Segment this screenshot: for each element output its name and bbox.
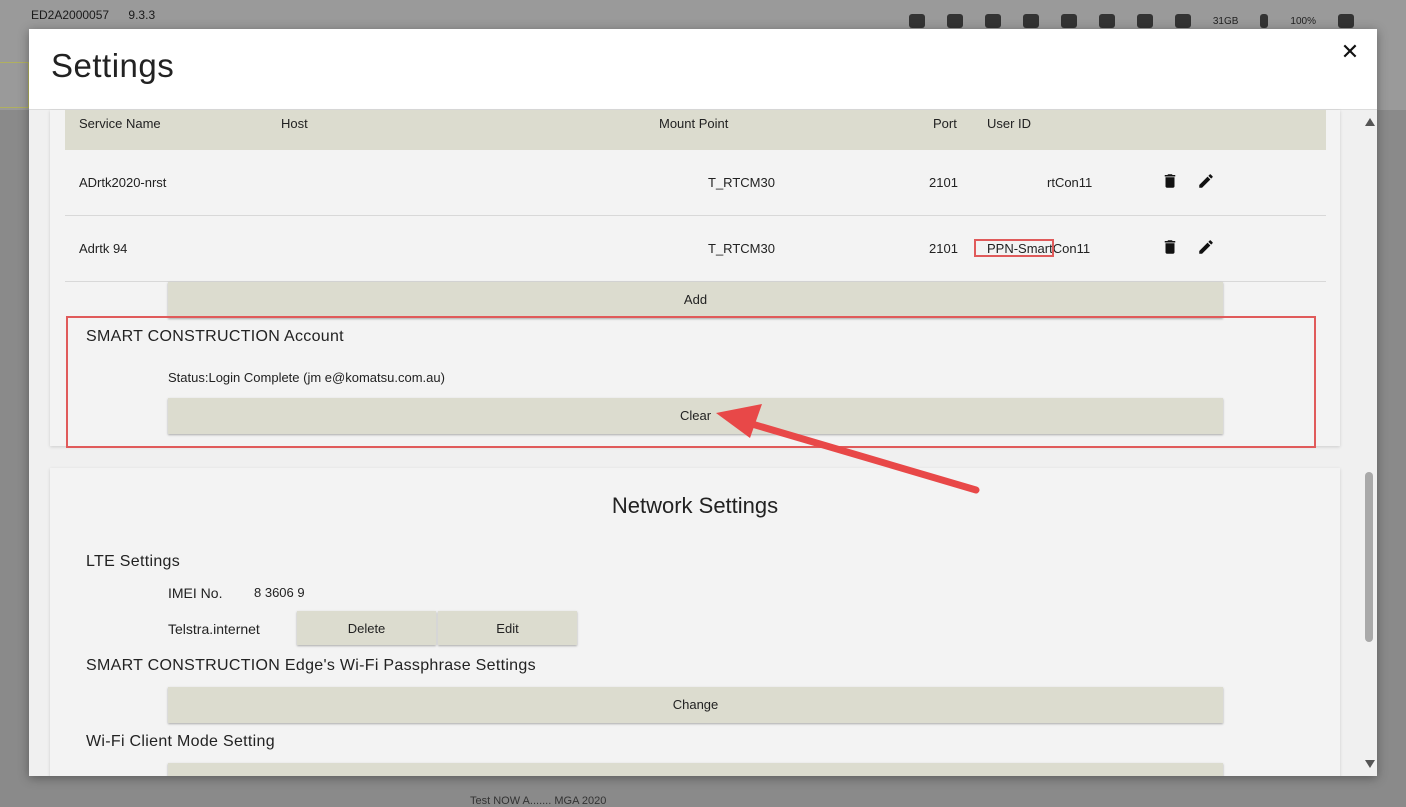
header-mount-point: Mount Point: [659, 116, 729, 131]
table-row: ADrtk2020-nrst T_RTCM30 2101 rtCon11: [65, 150, 1326, 216]
edit-button[interactable]: Edit: [438, 611, 577, 645]
header-user-id: User ID: [987, 116, 1032, 131]
network-settings-card: Network Settings LTE Settings IMEI No. 8…: [50, 468, 1340, 776]
delete-button[interactable]: Delete: [297, 611, 436, 645]
device-id: ED2A2000057: [31, 8, 110, 22]
dialog-title: Settings: [51, 47, 175, 84]
mount-point: T_RTCM30: [708, 241, 775, 256]
background-panel-edge: [0, 62, 29, 108]
trash-icon[interactable]: [1161, 172, 1179, 190]
gnss-icon: [908, 14, 925, 28]
mount-point: T_RTCM30: [708, 175, 775, 190]
table-header: Service Name Host Mount Point Port User …: [65, 110, 1326, 150]
table-row: Adrtk 94 T_RTCM30 2101 PPN-SmartCon11: [65, 216, 1326, 282]
storage-text: 31GB: [1212, 15, 1239, 27]
user-id-highlight-box: [974, 239, 1054, 257]
folder-icon: [1174, 14, 1191, 28]
antenna-icon: [1136, 14, 1153, 28]
gear-icon: [1338, 14, 1354, 28]
sd-card-icon: [984, 14, 1001, 28]
service-name: Adrtk 94: [79, 241, 128, 256]
wifi-passphrase-title: SMART CONSTRUCTION Edge's Wi-Fi Passphra…: [86, 657, 536, 674]
edit-pencil-icon[interactable]: [1197, 172, 1215, 190]
cloud-icon: [1060, 14, 1077, 28]
imei-label: IMEI No.: [168, 585, 223, 601]
signal-icon: [1098, 14, 1115, 28]
usb-icon: [946, 14, 963, 28]
wifi-client-button[interactable]: [168, 763, 1223, 776]
display-icon: [1022, 14, 1039, 28]
battery-text: 100%: [1290, 15, 1316, 27]
scrollbar[interactable]: [1361, 110, 1377, 776]
imei-value: 8 3606 9: [254, 585, 305, 600]
account-highlight-box: [66, 316, 1316, 448]
apn-value: Telstra.internet: [168, 621, 260, 637]
port: 2101: [929, 241, 958, 256]
app-version: 9.3.3: [128, 8, 156, 22]
header-host: Host: [281, 116, 308, 131]
network-settings-title: Network Settings: [611, 493, 779, 518]
scroll-down-arrow-icon[interactable]: [1365, 760, 1375, 768]
scroll-thumb[interactable]: [1365, 472, 1373, 642]
port: 2101: [929, 175, 958, 190]
user-id: rtCon11: [1047, 175, 1093, 190]
dialog-header: Settings ✕: [29, 29, 1377, 110]
scroll-up-arrow-icon[interactable]: [1365, 118, 1375, 126]
wifi-client-title: Wi-Fi Client Mode Setting: [86, 733, 275, 750]
trash-icon[interactable]: [1161, 238, 1179, 256]
add-button[interactable]: Add: [168, 282, 1223, 318]
change-button[interactable]: Change: [168, 687, 1223, 723]
battery-icon: [1260, 14, 1269, 28]
lte-settings-title: LTE Settings: [86, 553, 181, 570]
close-icon[interactable]: ✕: [1339, 41, 1361, 63]
background-footer: Test NOW A....... MGA 2020: [470, 795, 607, 807]
header-service-name: Service Name: [79, 116, 161, 131]
header-port: Port: [933, 116, 957, 131]
status-icons: 31GB 100%: [908, 14, 1354, 28]
device-info: ED2A2000057 9.3.3: [31, 8, 171, 22]
edit-pencil-icon[interactable]: [1197, 238, 1215, 256]
service-name: ADrtk2020-nrst: [79, 175, 167, 190]
